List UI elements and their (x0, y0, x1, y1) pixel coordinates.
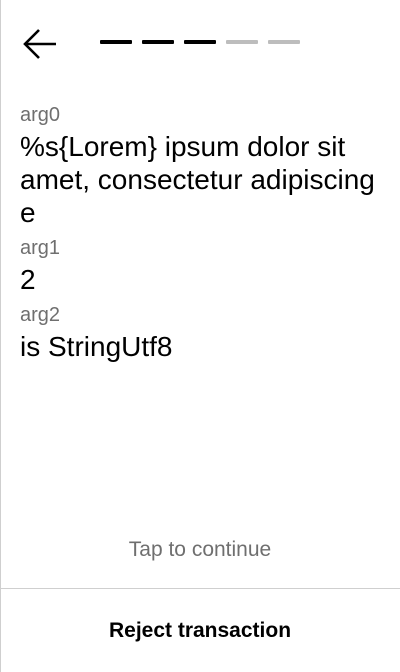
field-value-arg2: is StringUtf8 (20, 331, 173, 362)
progress-step-complete (142, 40, 174, 44)
progress-step-pending (226, 40, 258, 44)
field-value-arg1: 2 (20, 264, 36, 295)
header (0, 0, 400, 90)
back-button[interactable] (20, 26, 60, 62)
tap-to-continue[interactable]: Tap to continue (0, 534, 400, 566)
progress-indicator (100, 40, 300, 44)
arrow-left-icon (20, 26, 60, 62)
progress-step-complete (100, 40, 132, 44)
progress-step-complete (184, 40, 216, 44)
field-label-arg2: arg2 (20, 304, 61, 326)
field-value-arg0: %s{Lorem} ipsum dolor sit amet, consecte… (20, 131, 375, 228)
field-label-arg0: arg0 (20, 104, 61, 126)
field-label-arg1: arg1 (20, 237, 61, 259)
field-list: arg0 %s{Lorem} ipsum dolor sit amet, con… (20, 102, 380, 369)
left-border (0, 0, 1, 672)
progress-step-pending (268, 40, 300, 44)
reject-transaction-button[interactable]: Reject transaction (0, 589, 400, 672)
